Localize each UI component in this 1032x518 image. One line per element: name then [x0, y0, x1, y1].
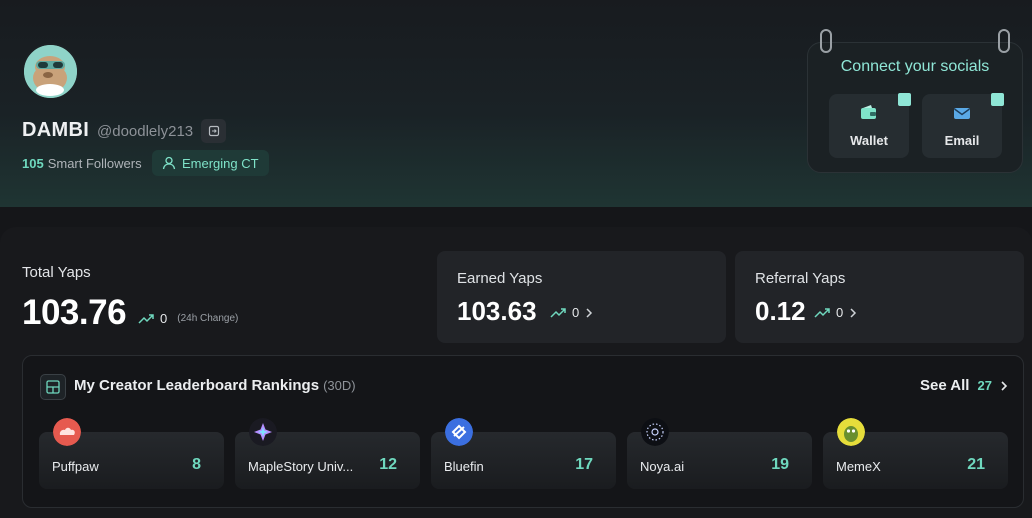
- connect-socials-card: Connect your socials Wallet Email: [807, 29, 1023, 173]
- project-name: MemeX: [836, 459, 881, 474]
- earned-yaps-change: 0: [550, 305, 593, 320]
- see-all-label: See All: [920, 377, 970, 394]
- project-name: Bluefin: [444, 459, 484, 474]
- project-rank: 17: [575, 456, 593, 473]
- binder-ring-left: [820, 29, 832, 53]
- leaderboard-rankings-card: My Creator Leaderboard Rankings (30D) See…: [22, 355, 1024, 508]
- see-all-count: 27: [977, 378, 992, 393]
- maplestory-logo-icon: [249, 418, 277, 446]
- status-badge-label: Emerging CT: [182, 155, 259, 171]
- earned-yaps-card[interactable]: Earned Yaps 103.63 0: [437, 251, 726, 343]
- trend-up-icon: [138, 313, 154, 324]
- email-label: Email: [944, 133, 980, 148]
- project-rank: 19: [771, 456, 789, 473]
- project-rank: 21: [967, 456, 985, 473]
- referral-yaps-label: Referral Yaps: [755, 270, 846, 287]
- noya-logo-icon: [641, 418, 669, 446]
- chevron-right-icon: [1001, 380, 1008, 391]
- leaderboard-period: (30D): [323, 378, 356, 393]
- checked-icon: [898, 93, 911, 106]
- earned-yaps-change-value: 0: [572, 305, 580, 320]
- project-name: MapleStory Univ...: [248, 459, 354, 474]
- chevron-right-icon: [850, 307, 857, 318]
- checked-icon: [991, 93, 1004, 106]
- earned-yaps-label: Earned Yaps: [457, 270, 543, 287]
- copy-icon: [208, 125, 219, 137]
- user-icon: [162, 156, 176, 170]
- chevron-right-icon: [586, 307, 593, 318]
- smart-followers-count: 105: [22, 156, 44, 171]
- smart-followers: 105 Smart Followers: [22, 156, 142, 171]
- binder-ring-right: [998, 29, 1010, 53]
- ranking-card-memex[interactable]: MemeX 21: [823, 418, 1008, 489]
- ranking-card-maplestory[interactable]: MapleStory Univ... 12: [235, 418, 420, 489]
- referral-yaps-change: 0: [814, 305, 857, 320]
- wallet-icon: [861, 105, 876, 119]
- total-yaps-label: Total Yaps: [22, 264, 91, 281]
- referral-yaps-card[interactable]: Referral Yaps 0.12 0: [735, 251, 1024, 343]
- total-yaps-value: 103.76: [22, 293, 127, 332]
- puffpaw-logo-icon: [53, 418, 81, 446]
- leaderboard-title-text: My Creator Leaderboard Rankings: [74, 377, 320, 394]
- earned-yaps-value: 103.63: [457, 296, 537, 326]
- trend-up-icon: [814, 307, 830, 318]
- project-name: Noya.ai: [640, 459, 685, 474]
- avatar[interactable]: [22, 43, 79, 100]
- trend-up-icon: [550, 307, 566, 318]
- ranking-card-puffpaw[interactable]: Puffpaw 8: [39, 418, 224, 489]
- ranking-card-noya[interactable]: Noya.ai 19: [627, 418, 812, 489]
- total-yaps-change: 0 (24h Change): [138, 311, 238, 326]
- connect-socials-title: Connect your socials: [840, 58, 990, 75]
- total-yaps-change-note: (24h Change): [177, 313, 239, 324]
- project-name: Puffpaw: [52, 459, 99, 474]
- connect-email-button[interactable]: Email: [922, 93, 1004, 158]
- capybara-avatar-image: [24, 45, 77, 98]
- project-rank: 12: [379, 456, 397, 473]
- bluefin-logo-icon: [445, 418, 473, 446]
- leaderboard-title: My Creator Leaderboard Rankings (30D): [74, 377, 356, 394]
- connect-wallet-button[interactable]: Wallet: [829, 93, 911, 158]
- status-badge: Emerging CT: [152, 150, 269, 176]
- smart-followers-label: Smart Followers: [47, 156, 142, 171]
- see-all-button[interactable]: See All 27: [920, 377, 1008, 394]
- memex-logo-icon: [837, 418, 865, 446]
- ranking-card-bluefin[interactable]: Bluefin 17: [431, 418, 616, 489]
- wallet-label: Wallet: [850, 133, 888, 148]
- copy-handle-button[interactable]: [201, 119, 226, 143]
- referral-yaps-change-value: 0: [836, 305, 844, 320]
- profile-name: DAMBI: [22, 119, 90, 141]
- mail-icon: [954, 108, 970, 119]
- referral-yaps-value: 0.12: [755, 296, 806, 326]
- leaderboard-icon: [40, 374, 66, 400]
- total-yaps-change-value: 0: [160, 311, 168, 326]
- profile-handle: @doodlely213: [97, 123, 194, 140]
- project-rank: 8: [192, 456, 201, 473]
